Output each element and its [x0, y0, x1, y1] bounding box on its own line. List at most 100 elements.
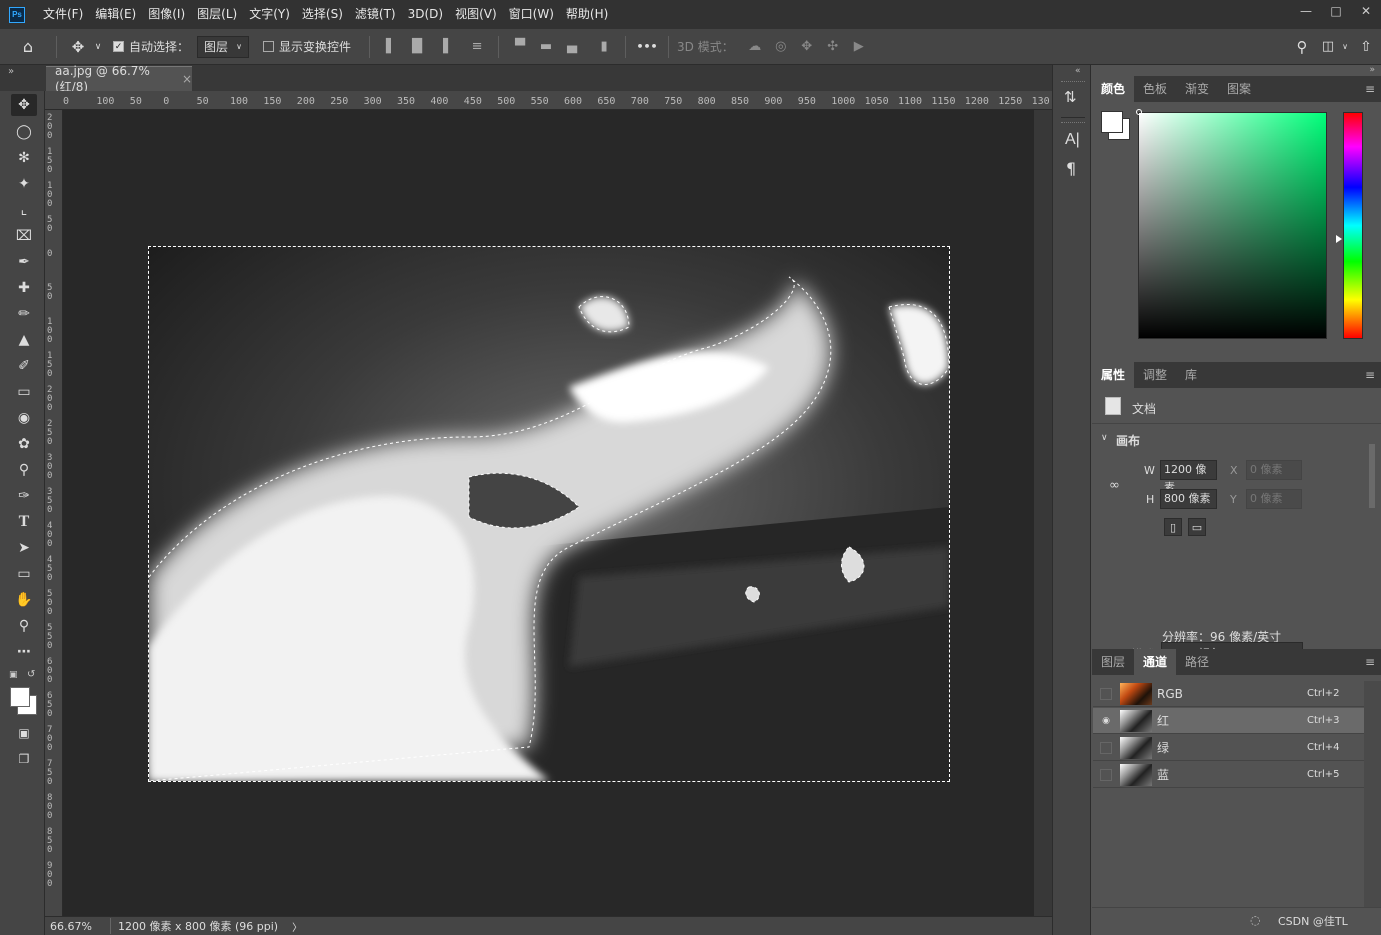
history-brush-tool-icon[interactable]: ✐	[11, 355, 37, 377]
brush-tool-icon[interactable]: ✏	[11, 303, 37, 325]
channels-tab-1[interactable]: 通道	[1134, 649, 1177, 675]
minimize-icon[interactable]: —	[1291, 0, 1321, 22]
color-tab-3[interactable]: 图案	[1218, 76, 1260, 102]
load-selection-icon[interactable]: ◌	[1250, 913, 1260, 927]
align-vcenter-icon[interactable]: ▬	[533, 39, 559, 54]
close-icon[interactable]: ✕	[1351, 0, 1381, 22]
checkbox-unchecked-icon[interactable]	[263, 41, 275, 52]
swap-colors-icon[interactable]: ↺	[27, 669, 35, 680]
share-icon[interactable]: ⇧	[1351, 39, 1381, 55]
eyedropper-tool-icon[interactable]: ✒	[11, 251, 37, 273]
auto-select-checkbox[interactable]: ✓ 自动选择：	[113, 38, 189, 55]
properties-tab-0[interactable]: 属性	[1092, 362, 1135, 388]
color-tab-2[interactable]: 渐变	[1176, 76, 1218, 102]
chevron-down-icon[interactable]: ∨	[1101, 433, 1108, 443]
panel-menu-icon[interactable]: ≡	[1365, 368, 1375, 382]
channel-row[interactable]: 蓝 Ctrl+5	[1093, 762, 1364, 788]
history-panel-icon[interactable]: ⇅	[1064, 88, 1077, 106]
distribute-vertical-icon[interactable]: ≡	[464, 39, 490, 54]
color-tab-0[interactable]: 颜色	[1092, 76, 1135, 102]
link-dimensions-icon[interactable]: ∞	[1109, 478, 1120, 493]
align-top-icon[interactable]: ▀	[507, 39, 533, 54]
rectangle-tool-icon[interactable]: ▭	[11, 563, 37, 585]
lasso-tool-icon[interactable]: ✻	[11, 147, 37, 169]
paragraph-panel-icon[interactable]: ¶	[1066, 159, 1076, 178]
menu-item-5[interactable]: 选择(S)	[296, 0, 349, 29]
foreground-color-swatch[interactable]	[10, 687, 30, 707]
align-hcenter-icon[interactable]: █	[404, 39, 430, 54]
panel-grip[interactable]	[1061, 81, 1085, 84]
menu-item-9[interactable]: 窗口(W)	[503, 0, 560, 29]
hand-tool-icon[interactable]: ✋	[11, 589, 37, 611]
color-tab-1[interactable]: 色板	[1134, 76, 1176, 102]
chevron-down-icon[interactable]: ∨	[91, 42, 105, 52]
width-field[interactable]: 1200 像素	[1160, 460, 1217, 494]
align-right-icon[interactable]: ▐	[430, 39, 456, 54]
expand-panels-icon[interactable]: »	[1369, 65, 1375, 75]
height-field[interactable]: 800 像素	[1160, 489, 1217, 509]
hue-slider-handle-icon[interactable]	[1336, 235, 1342, 243]
properties-tab-2[interactable]: 库	[1176, 362, 1206, 388]
x-field[interactable]: 0 像素	[1246, 460, 1302, 480]
more-options-icon[interactable]: •••	[634, 40, 660, 53]
frame-tool-icon[interactable]: ⌧	[11, 225, 37, 247]
menu-item-10[interactable]: 帮助(H)	[560, 0, 614, 29]
properties-tab-1[interactable]: 调整	[1134, 362, 1176, 388]
color-picker-handle[interactable]	[1136, 109, 1142, 115]
menu-item-7[interactable]: 3D(D)	[402, 0, 449, 29]
dodge-tool-icon[interactable]: ⚲	[11, 459, 37, 481]
status-menu-arrow-icon[interactable]: 〉	[292, 919, 302, 934]
stamp-tool-icon[interactable]: ▲	[11, 329, 37, 351]
edit-toolbar-icon[interactable]: ⋯	[11, 641, 37, 663]
zoom-level[interactable]: 66.67%	[50, 920, 102, 933]
restore-icon[interactable]: □	[1321, 0, 1351, 22]
menu-item-6[interactable]: 滤镜(T)	[349, 0, 402, 29]
workspace-icon[interactable]: ◫	[1317, 39, 1339, 54]
portrait-orientation-icon[interactable]: ▯	[1164, 518, 1182, 536]
path-selection-tool-icon[interactable]: ➤	[11, 537, 37, 559]
expand-panel-icon[interactable]: »	[8, 66, 14, 77]
menu-item-3[interactable]: 图层(L)	[191, 0, 243, 29]
auto-select-target-dropdown[interactable]: 图层 ∨	[197, 35, 250, 58]
visibility-eye-icon[interactable]	[1100, 768, 1112, 781]
type-tool-icon[interactable]: T	[11, 511, 37, 533]
close-tab-icon[interactable]: ×	[182, 72, 192, 86]
menu-item-8[interactable]: 视图(V)	[449, 0, 503, 29]
home-icon[interactable]: ⌂	[8, 37, 48, 56]
landscape-orientation-icon[interactable]: ▭	[1188, 518, 1206, 536]
quick-mask-icon[interactable]: ▣	[11, 722, 37, 744]
menu-item-2[interactable]: 图像(I)	[142, 0, 191, 29]
blur-tool-icon[interactable]: ✿	[11, 433, 37, 455]
checkbox-checked-icon[interactable]: ✓	[113, 41, 124, 52]
pen-tool-icon[interactable]: ✑	[11, 485, 37, 507]
photoshop-logo-icon[interactable]: Ps	[9, 6, 25, 23]
properties-scrollbar[interactable]	[1364, 426, 1381, 586]
3d-roll-icon[interactable]: ◎	[768, 39, 794, 54]
screen-mode-icon[interactable]: ❐	[11, 748, 37, 770]
channels-scrollbar[interactable]	[1364, 681, 1381, 907]
3d-pan-icon[interactable]: ✥	[794, 39, 820, 54]
zoom-tool-icon[interactable]: ⚲	[11, 615, 37, 637]
eraser-tool-icon[interactable]: ▭	[11, 381, 37, 403]
channel-row[interactable]: RGB Ctrl+2	[1093, 681, 1364, 707]
paint-bucket-tool-icon[interactable]: ◉	[11, 407, 37, 429]
channel-row[interactable]: 绿 Ctrl+4	[1093, 735, 1364, 761]
menu-item-4[interactable]: 文字(Y)	[243, 0, 296, 29]
3d-orbit-icon[interactable]: ☁	[742, 39, 768, 54]
visibility-eye-icon[interactable]: ◉	[1100, 715, 1112, 727]
show-transform-checkbox[interactable]: 显示变换控件	[263, 38, 351, 55]
document-image-red-channel[interactable]	[148, 246, 950, 782]
marquee-tool-icon[interactable]: ◯	[11, 121, 37, 143]
panel-menu-icon[interactable]: ≡	[1365, 82, 1375, 96]
panel-grip[interactable]	[1061, 122, 1085, 125]
chevron-down-icon[interactable]: ∨	[1339, 42, 1351, 51]
character-panel-icon[interactable]: A|	[1065, 131, 1080, 149]
visibility-eye-icon[interactable]	[1100, 687, 1112, 700]
channels-tab-2[interactable]: 路径	[1176, 649, 1218, 675]
channels-tab-0[interactable]: 图层	[1092, 649, 1134, 675]
align-left-icon[interactable]: ▌	[378, 39, 404, 54]
move-tool-icon[interactable]: ✥	[65, 38, 91, 56]
magic-wand-tool-icon[interactable]: ✦	[11, 173, 37, 195]
search-icon[interactable]: ⚲	[1287, 38, 1317, 56]
saturation-brightness-field[interactable]	[1138, 112, 1327, 339]
